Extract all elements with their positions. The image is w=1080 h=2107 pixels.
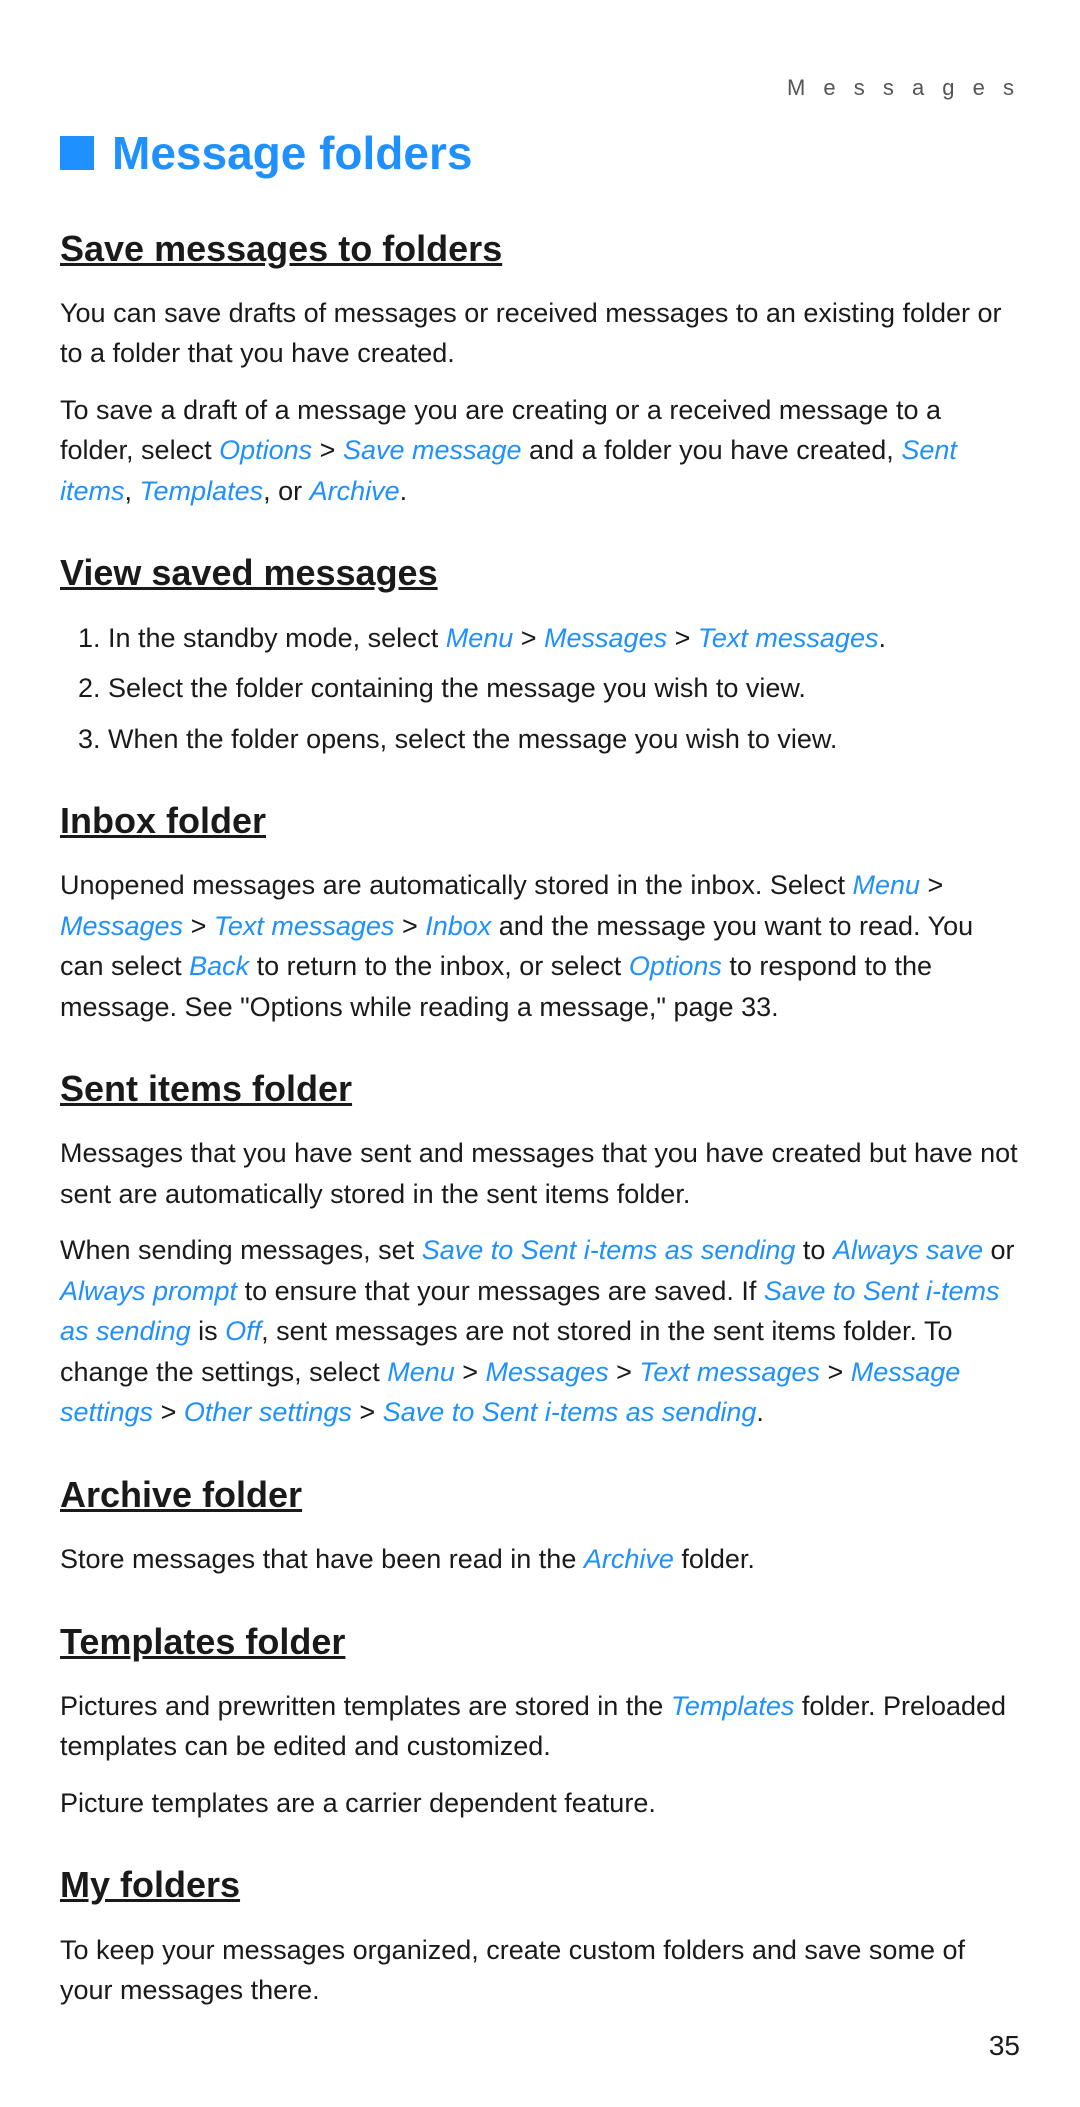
link-options-2: Options bbox=[629, 951, 722, 981]
section-my-folders: My folders To keep your messages organiz… bbox=[60, 1859, 1020, 2010]
link-back: Back bbox=[189, 951, 249, 981]
link-messages-2: Messages bbox=[60, 911, 183, 941]
link-templates-1: Templates bbox=[140, 476, 264, 506]
section-save-messages: Save messages to folders You can save dr… bbox=[60, 223, 1020, 512]
section-view-saved: View saved messages In the standby mode,… bbox=[60, 547, 1020, 759]
link-text-messages-1: Text messages bbox=[698, 623, 879, 653]
heading-inbox-folder: Inbox folder bbox=[60, 795, 1020, 847]
main-title-block: Message folders bbox=[60, 120, 1020, 187]
my-folders-p1: To keep your messages organized, create … bbox=[60, 1930, 1020, 2011]
section-archive-folder: Archive folder Store messages that have … bbox=[60, 1469, 1020, 1580]
heading-archive-folder: Archive folder bbox=[60, 1469, 1020, 1521]
heading-templates-folder: Templates folder bbox=[60, 1616, 1020, 1668]
list-item-1: In the standby mode, select Menu > Messa… bbox=[108, 618, 1020, 659]
link-options-1: Options bbox=[219, 435, 312, 465]
link-archive-1: Archive bbox=[310, 476, 400, 506]
link-off: Off bbox=[225, 1316, 261, 1346]
section-sent-items: Sent items folder Messages that you have… bbox=[60, 1063, 1020, 1433]
link-messages-1: Messages bbox=[544, 623, 667, 653]
templates-p2: Picture templates are a carrier dependen… bbox=[60, 1783, 1020, 1824]
link-menu-3: Menu bbox=[387, 1357, 455, 1387]
save-messages-p1: You can save drafts of messages or recei… bbox=[60, 293, 1020, 374]
link-save-message: Save message bbox=[343, 435, 522, 465]
heading-view-saved: View saved messages bbox=[60, 547, 1020, 599]
link-other-settings: Other settings bbox=[184, 1397, 352, 1427]
page-header: M e s s a g e s bbox=[787, 72, 1020, 104]
link-save-to-sent-3: Save to Sent i-tems as sending bbox=[383, 1397, 757, 1427]
templates-p1: Pictures and prewritten templates are st… bbox=[60, 1686, 1020, 1767]
save-messages-p2: To save a draft of a message you are cre… bbox=[60, 390, 1020, 512]
link-text-messages-2: Text messages bbox=[214, 911, 395, 941]
list-item-2: Select the folder containing the message… bbox=[108, 668, 1020, 709]
link-always-save: Always save bbox=[833, 1235, 983, 1265]
view-saved-list: In the standby mode, select Menu > Messa… bbox=[60, 618, 1020, 760]
inbox-p1: Unopened messages are automatically stor… bbox=[60, 865, 1020, 1027]
link-always-prompt: Always prompt bbox=[60, 1276, 237, 1306]
link-archive-2: Archive bbox=[584, 1544, 674, 1574]
archive-p1: Store messages that have been read in th… bbox=[60, 1539, 1020, 1580]
sent-items-p2: When sending messages, set Save to Sent … bbox=[60, 1230, 1020, 1433]
link-text-messages-3: Text messages bbox=[639, 1357, 820, 1387]
section-templates-folder: Templates folder Pictures and prewritten… bbox=[60, 1616, 1020, 1824]
link-inbox: Inbox bbox=[425, 911, 491, 941]
main-heading: Message folders bbox=[112, 120, 472, 187]
link-save-to-sent-1: Save to Sent i-tems as sending bbox=[422, 1235, 796, 1265]
page-number: 35 bbox=[989, 2026, 1020, 2067]
sent-items-p1: Messages that you have sent and messages… bbox=[60, 1133, 1020, 1214]
list-item-3: When the folder opens, select the messag… bbox=[108, 719, 1020, 760]
link-menu-1: Menu bbox=[446, 623, 514, 653]
page-content: Message folders Save messages to folders… bbox=[0, 40, 1080, 2107]
section-inbox-folder: Inbox folder Unopened messages are autom… bbox=[60, 795, 1020, 1027]
link-messages-3: Messages bbox=[486, 1357, 609, 1387]
heading-sent-items: Sent items folder bbox=[60, 1063, 1020, 1115]
heading-save-messages: Save messages to folders bbox=[60, 223, 1020, 275]
link-templates-2: Templates bbox=[671, 1691, 795, 1721]
blue-square-icon bbox=[60, 136, 94, 170]
link-menu-2: Menu bbox=[852, 870, 920, 900]
heading-my-folders: My folders bbox=[60, 1859, 1020, 1911]
